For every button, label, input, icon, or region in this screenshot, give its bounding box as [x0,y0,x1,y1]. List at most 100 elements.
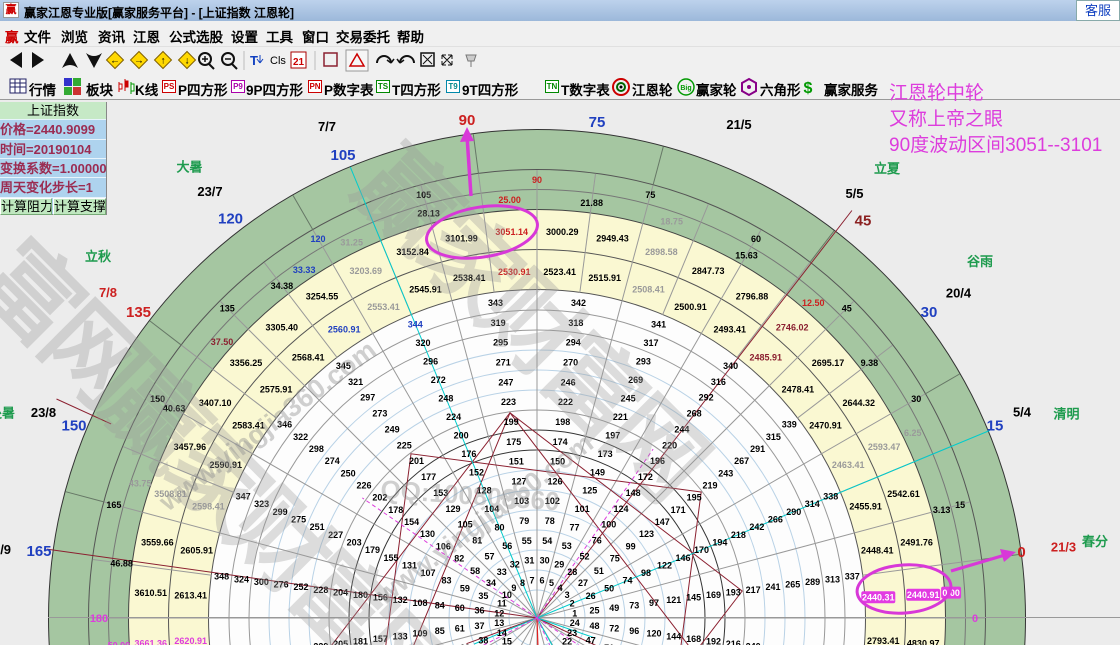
svg-text:2448.41: 2448.41 [861,546,894,556]
svg-text:2485.91: 2485.91 [750,352,783,362]
svg-text:154: 154 [404,517,419,527]
svg-text:5: 5 [549,578,554,588]
svg-text:15.63: 15.63 [735,250,758,260]
svg-text:1: 1 [572,608,577,618]
svg-text:135: 135 [220,304,235,314]
svg-text:201: 201 [409,456,424,466]
svg-text:48: 48 [589,621,599,631]
svg-text:46.88: 46.88 [110,559,133,569]
svg-text:25: 25 [589,606,599,616]
svg-text:73: 73 [629,600,639,610]
svg-text:120: 120 [646,629,661,639]
svg-text:219: 219 [702,481,717,491]
svg-text:267: 267 [734,456,749,466]
svg-text:60: 60 [751,234,761,244]
svg-text:59: 59 [460,583,470,593]
svg-text:76: 76 [592,536,602,546]
svg-text:125: 125 [582,486,597,496]
svg-text:11: 11 [497,599,507,609]
svg-text:2: 2 [570,599,575,609]
svg-text:98: 98 [641,568,651,578]
svg-text:→: → [134,56,144,67]
svg-text:226: 226 [356,481,371,491]
svg-text:99: 99 [626,541,636,551]
svg-text:4830.97: 4830.97 [907,639,940,645]
svg-text:3559.66: 3559.66 [141,538,174,548]
svg-text:193: 193 [726,587,741,597]
svg-text:152: 152 [469,467,484,477]
svg-text:28: 28 [567,567,577,577]
svg-text:248: 248 [438,393,453,403]
svg-text:13: 13 [494,618,504,628]
svg-text:2695.17: 2695.17 [812,358,845,368]
svg-text:34.38: 34.38 [271,281,294,291]
svg-text:30: 30 [540,556,550,566]
svg-text:0: 0 [1017,544,1025,561]
svg-text:27: 27 [578,578,588,588]
svg-text:272: 272 [431,375,446,385]
svg-text:3610.51: 3610.51 [135,588,168,598]
svg-text:74: 74 [622,576,632,586]
svg-text:37: 37 [474,621,484,631]
svg-text:54: 54 [542,536,552,546]
svg-text:314: 314 [805,499,820,509]
svg-text:176: 176 [461,449,476,459]
svg-text:297: 297 [360,393,375,403]
svg-text:3305.40: 3305.40 [266,322,299,332]
svg-text:58: 58 [470,566,480,576]
svg-text:2463.41: 2463.41 [832,460,865,470]
svg-text:225: 225 [397,440,412,450]
svg-text:199: 199 [504,417,519,427]
svg-text:8: 8 [520,578,525,588]
svg-text:178: 178 [388,505,403,515]
svg-text:2470.91: 2470.91 [809,421,842,431]
svg-text:165: 165 [106,500,121,510]
svg-text:15: 15 [987,417,1004,434]
svg-text:241: 241 [765,582,780,592]
svg-text:处暑: 处暑 [0,406,15,421]
svg-text:2613.41: 2613.41 [174,591,207,601]
svg-text:135: 135 [126,304,151,321]
svg-text:大暑: 大暑 [176,160,202,175]
svg-text:2620.91: 2620.91 [174,636,207,645]
svg-text:2491.76: 2491.76 [900,538,933,548]
svg-text:289: 289 [805,577,820,587]
svg-text:5/4: 5/4 [1013,405,1032,420]
svg-text:18.75: 18.75 [660,217,683,227]
svg-text:124: 124 [613,504,628,514]
svg-text:2605.91: 2605.91 [180,546,213,556]
svg-text:192: 192 [706,637,721,645]
svg-text:3203.69: 3203.69 [350,266,383,276]
svg-text:25.00: 25.00 [498,195,521,205]
svg-text:15: 15 [955,500,965,510]
svg-text:90: 90 [532,175,542,185]
svg-text:50: 50 [604,583,614,593]
svg-text:2793.41: 2793.41 [867,636,900,645]
svg-text:12: 12 [494,608,504,618]
svg-text:61: 61 [455,623,465,633]
svg-text:3.13: 3.13 [933,505,951,515]
svg-text:194: 194 [712,538,727,548]
svg-text:105: 105 [330,147,355,164]
svg-text:2898.58: 2898.58 [645,247,678,257]
svg-text:2478.41: 2478.41 [782,384,815,394]
svg-text:33: 33 [497,567,507,577]
svg-text:218: 218 [731,530,746,540]
svg-text:266: 266 [768,515,783,525]
svg-text:3254.55: 3254.55 [306,292,339,302]
svg-text:2455.91: 2455.91 [849,502,882,512]
svg-text:322: 322 [293,432,308,442]
svg-text:2440.31: 2440.31 [862,593,895,603]
svg-text:7/8: 7/8 [99,285,117,300]
svg-text:38: 38 [478,635,488,645]
svg-text:316: 316 [711,377,726,387]
svg-text:292: 292 [699,393,714,403]
svg-text:谷雨: 谷雨 [967,254,993,269]
svg-text:2560.91: 2560.91 [328,325,361,335]
svg-text:317: 317 [643,338,658,348]
svg-text:9.38: 9.38 [861,358,879,368]
svg-text:53: 53 [562,541,572,551]
svg-text:60: 60 [455,603,465,613]
svg-text:立夏: 立夏 [874,161,901,176]
svg-text:20/4: 20/4 [946,286,972,301]
